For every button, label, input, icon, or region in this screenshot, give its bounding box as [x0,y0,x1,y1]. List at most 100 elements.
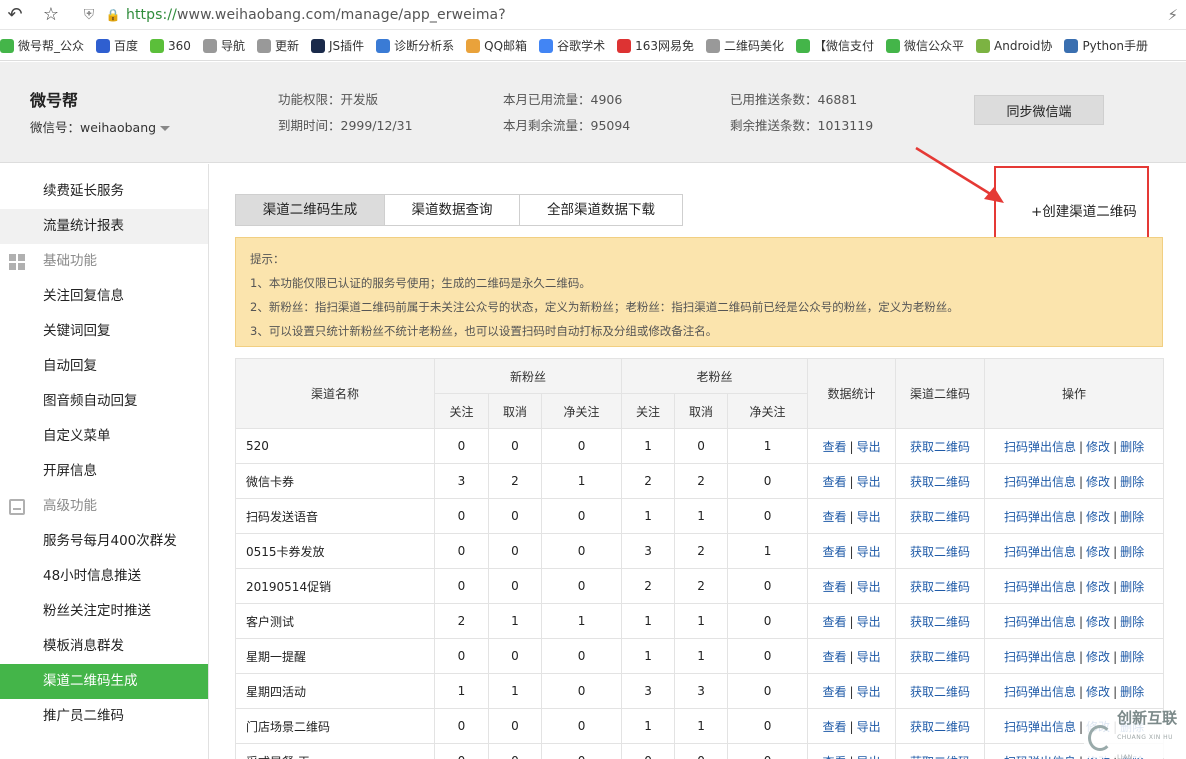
delete-link[interactable]: 删除 [1120,580,1144,594]
get-qrcode-link[interactable]: 获取二维码 [910,510,970,524]
bookmark-item[interactable]: 163网易免 [617,37,694,54]
view-link[interactable]: 查看 [823,545,847,559]
sidebar-item[interactable]: 自动回复 [0,349,208,384]
scan-popup-link[interactable]: 扫码弹出信息 [1004,615,1076,629]
view-link[interactable]: 查看 [823,685,847,699]
get-qrcode-link[interactable]: 获取二维码 [910,720,970,734]
bookmark-item[interactable]: JS插件 [310,37,364,54]
edit-link[interactable]: 修改 [1086,615,1110,629]
sync-wechat-button[interactable]: 同步微信端 [974,95,1104,125]
sidebar-item[interactable]: 图音频自动回复 [0,384,208,419]
scan-popup-link[interactable]: 扫码弹出信息 [1004,580,1076,594]
edit-link[interactable]: 修改 [1086,545,1110,559]
sidebar-item[interactable]: 推广员二维码 [0,699,208,734]
delete-link[interactable]: 删除 [1120,650,1144,664]
get-qrcode-link[interactable]: 获取二维码 [910,545,970,559]
sidebar-item[interactable]: 渠道二维码生成 [0,664,208,699]
sidebar-item[interactable]: 自定义菜单 [0,419,208,454]
bookmark-item[interactable]: 微号帮_公众 [0,37,84,54]
export-link[interactable]: 导出 [857,580,881,594]
view-link[interactable]: 查看 [823,475,847,489]
delete-link[interactable]: 删除 [1120,440,1144,454]
get-qrcode-link[interactable]: 获取二维码 [910,755,970,759]
bookmark-item[interactable]: 二维码美化 [705,37,784,54]
url-field[interactable]: https://www.weihaobang.com/manage/app_er… [126,7,506,23]
bookmark-item[interactable]: 百度 [96,37,138,54]
export-link[interactable]: 导出 [857,720,881,734]
edit-link[interactable]: 修改 [1086,650,1110,664]
edit-link[interactable]: 修改 [1086,580,1110,594]
table-row: 门店场景二维码000110查看|导出获取二维码扫码弹出信息|修改|删除 [235,708,1165,744]
export-link[interactable]: 导出 [857,615,881,629]
get-qrcode-link[interactable]: 获取二维码 [910,615,970,629]
sidebar-item[interactable]: 开屏信息 [0,454,208,489]
edit-link[interactable]: 修改 [1086,440,1110,454]
sidebar-item[interactable]: 粉丝关注定时推送 [0,594,208,629]
tab-data-download[interactable]: 全部渠道数据下载 [519,194,683,226]
export-link[interactable]: 导出 [857,440,881,454]
lightning-icon[interactable]: ⚡ [1167,6,1178,24]
scan-popup-link[interactable]: 扫码弹出信息 [1004,755,1076,759]
get-qrcode-link[interactable]: 获取二维码 [910,475,970,489]
view-link[interactable]: 查看 [823,440,847,454]
bookmark-item[interactable]: 谷歌学术 [539,37,605,54]
col-new-fans: 新粉丝 [433,358,623,394]
bookmark-item[interactable]: QQ邮箱 [466,37,527,54]
sidebar-item[interactable]: 关键词回复 [0,314,208,349]
bookmark-item[interactable]: Python手册 [1064,37,1148,54]
bookmark-label: 微信公众平 [904,39,965,53]
scan-popup-link[interactable]: 扫码弹出信息 [1004,440,1076,454]
view-link[interactable]: 查看 [823,755,847,759]
tab-qrcode-generate[interactable]: 渠道二维码生成 [235,194,385,226]
sidebar-item[interactable]: 模板消息群发 [0,629,208,664]
view-link[interactable]: 查看 [823,615,847,629]
get-qrcode-link[interactable]: 获取二维码 [910,650,970,664]
delete-link[interactable]: 删除 [1120,510,1144,524]
link-separator: | [1079,544,1084,559]
sidebar-item[interactable]: 48小时信息推送 [0,559,208,594]
scan-popup-link[interactable]: 扫码弹出信息 [1004,510,1076,524]
bookmark-item[interactable]: 诊断分析系 [376,37,454,54]
edit-link[interactable]: 修改 [1086,510,1110,524]
get-qrcode-link[interactable]: 获取二维码 [910,685,970,699]
view-link[interactable]: 查看 [823,580,847,594]
scan-popup-link[interactable]: 扫码弹出信息 [1004,685,1076,699]
bookmark-star-icon[interactable]: ☆ [40,4,62,26]
export-link[interactable]: 导出 [857,650,881,664]
scan-popup-link[interactable]: 扫码弹出信息 [1004,475,1076,489]
bookmark-item[interactable]: 更新 [256,37,299,54]
tab-data-query[interactable]: 渠道数据查询 [384,194,520,226]
delete-link[interactable]: 删除 [1120,685,1144,699]
view-link[interactable]: 查看 [823,720,847,734]
sidebar-item[interactable]: 续费延长服务 [0,174,208,209]
delete-link[interactable]: 删除 [1120,615,1144,629]
export-link[interactable]: 导出 [857,510,881,524]
shield-icon[interactable]: ⛨ [78,4,100,26]
scan-popup-link[interactable]: 扫码弹出信息 [1004,650,1076,664]
scan-popup-link[interactable]: 扫码弹出信息 [1004,545,1076,559]
view-link[interactable]: 查看 [823,510,847,524]
bookmark-item[interactable]: 【微信支付 [796,37,874,54]
account-switcher[interactable]: 微信号：weihaobang [30,117,171,136]
delete-link[interactable]: 删除 [1120,475,1144,489]
sidebar-item[interactable]: 流量统计报表 [0,209,208,244]
delete-link[interactable]: 删除 [1120,545,1144,559]
edit-link[interactable]: 修改 [1086,685,1110,699]
export-link[interactable]: 导出 [857,545,881,559]
back-icon[interactable]: ↶ [4,4,26,26]
create-channel-qrcode-link[interactable]: +创建渠道二维码 [1031,200,1137,220]
bookmark-item[interactable]: Android协 [976,37,1052,54]
bookmark-item[interactable]: 360 [150,38,191,53]
get-qrcode-link[interactable]: 获取二维码 [910,440,970,454]
sidebar-item[interactable]: 关注回复信息 [0,279,208,314]
export-link[interactable]: 导出 [857,475,881,489]
bookmark-item[interactable]: 导航 [202,37,245,54]
view-link[interactable]: 查看 [823,650,847,664]
get-qrcode-link[interactable]: 获取二维码 [910,580,970,594]
scan-popup-link[interactable]: 扫码弹出信息 [1004,720,1076,734]
edit-link[interactable]: 修改 [1086,475,1110,489]
export-link[interactable]: 导出 [857,755,881,759]
bookmark-item[interactable]: 微信公众平 [886,37,964,54]
export-link[interactable]: 导出 [857,685,881,699]
sidebar-item[interactable]: 服务号每月400次群发 [0,524,208,559]
